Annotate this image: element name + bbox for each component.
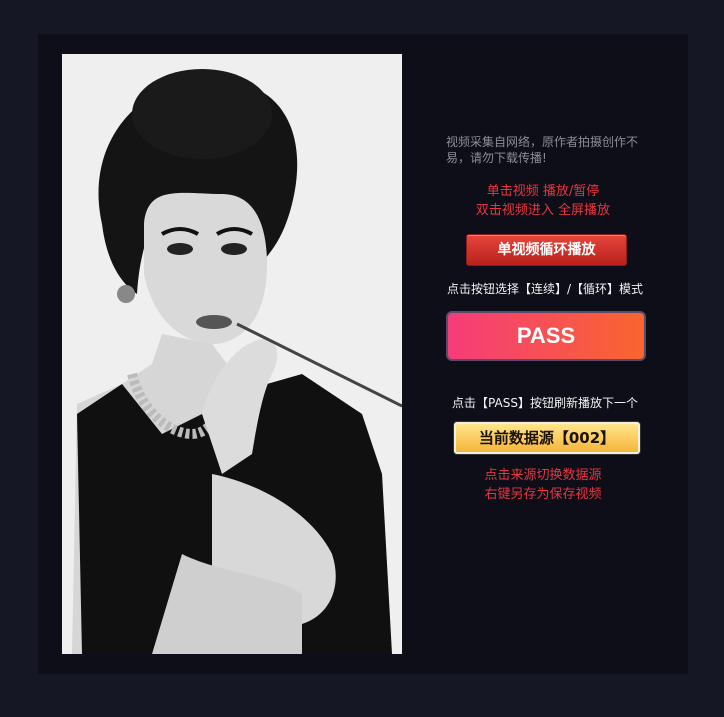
fullscreen-hint: 双击视频进入 全屏播放: [475, 203, 611, 218]
data-source-button[interactable]: 当前数据源【002】: [454, 422, 640, 454]
player-panel: 视频采集自网络，原作者拍摄创作不易，请勿下载传播! 单击视频 播放/暂停 双击视…: [38, 34, 688, 674]
save-video-hint: 右键另存为保存视频: [484, 487, 602, 502]
mode-select-hint: 点击按钮选择【连续】/【循环】模式: [446, 282, 644, 296]
play-pause-hint: 单击视频 播放/暂停: [486, 184, 600, 199]
pass-hint: 点击【PASS】按钮刷新播放下一个: [452, 396, 638, 410]
video-frame-illustration: [62, 54, 402, 654]
copyright-notice: 视频采集自网络，原作者拍摄创作不易，请勿下载传播!: [446, 135, 639, 165]
pass-button[interactable]: PASS: [446, 311, 646, 361]
video-player[interactable]: [62, 54, 402, 654]
switch-source-hint: 点击来源切换数据源: [484, 468, 602, 483]
loop-mode-button[interactable]: 单视频循环播放: [466, 234, 627, 266]
